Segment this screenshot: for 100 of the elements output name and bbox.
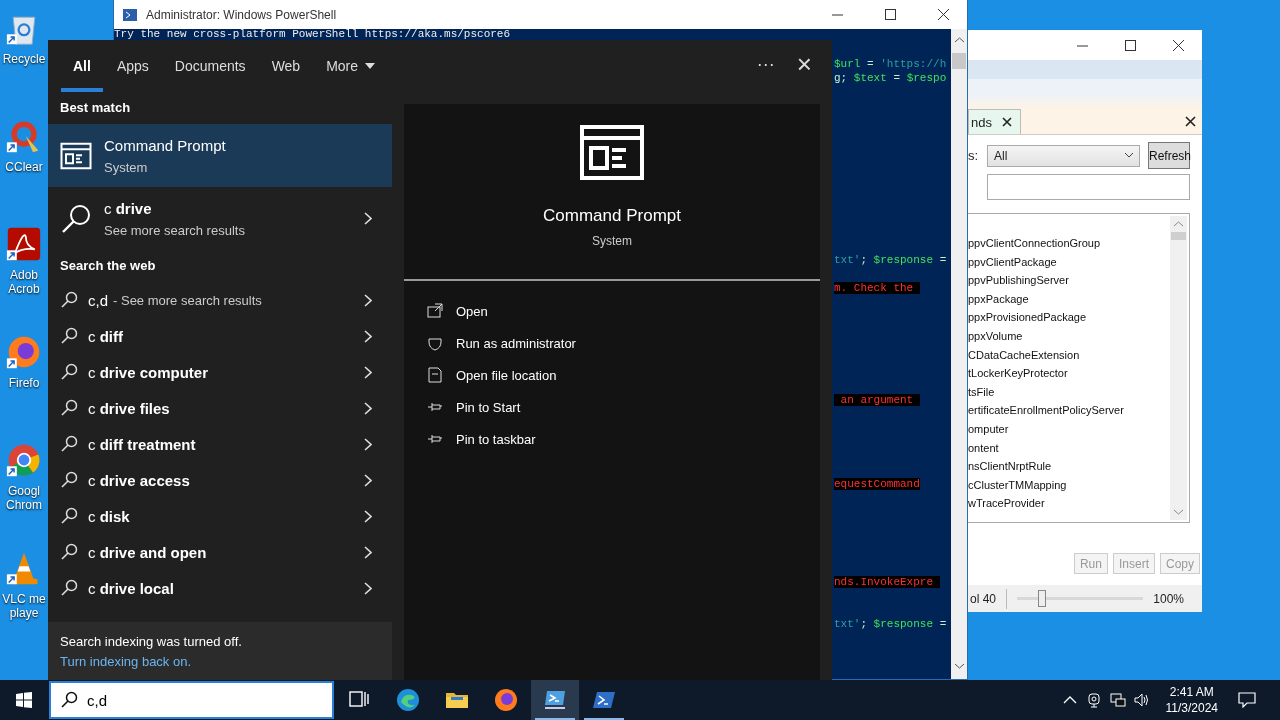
- command-item[interactable]: wTraceProvider: [968, 494, 1170, 513]
- web-result[interactable]: c drive and open: [48, 534, 392, 570]
- web-result[interactable]: c diff: [48, 318, 392, 354]
- close-icon[interactable]: [1001, 117, 1012, 127]
- command-item[interactable]: tLockerKeyProtector: [968, 364, 1170, 383]
- command-item[interactable]: nsClientNrptRule: [968, 457, 1170, 476]
- web-result[interactable]: c diff treatment: [48, 426, 392, 462]
- result-title: Command Prompt: [104, 136, 227, 154]
- filter-tab[interactable]: Documents: [162, 40, 258, 92]
- action-item[interactable]: Open: [404, 295, 820, 327]
- indexing-link[interactable]: Turn indexing back on.: [60, 653, 392, 669]
- close-icon[interactable]: [1173, 39, 1184, 51]
- status-text: ol 40: [970, 591, 997, 606]
- pdf-app-icon[interactable]: [6, 226, 42, 262]
- command-item[interactable]: ppvClientConnectionGroup: [968, 234, 1170, 253]
- command-item[interactable]: omputer: [968, 419, 1170, 439]
- close-icon[interactable]: [1185, 116, 1196, 127]
- windows-logo-icon[interactable]: [16, 692, 32, 708]
- icon-label: playe: [9, 606, 39, 620]
- result-subtitle: System: [104, 159, 149, 175]
- section-header: Search the web: [59, 257, 157, 275]
- chevron-right-icon: [364, 401, 372, 415]
- command-item[interactable]: cClusterTMMapping: [968, 475, 1170, 495]
- app-subtitle: System: [592, 234, 632, 248]
- suggestion-text: c drive local: [88, 579, 174, 597]
- action-item[interactable]: Open file location: [404, 359, 820, 391]
- clock-time[interactable]: 2:41 AM: [1169, 684, 1214, 700]
- scroll-thumb[interactable]: [952, 53, 966, 69]
- command-item[interactable]: ppvPublishingServer: [968, 271, 1170, 290]
- suggestion-text: c drive computer: [88, 363, 209, 381]
- network-icon[interactable]: [1109, 692, 1126, 708]
- firefox-icon[interactable]: [6, 334, 42, 370]
- icon-label: Recycle: [2, 52, 46, 66]
- maximize-icon[interactable]: [1125, 39, 1136, 51]
- camera-icon[interactable]: [1085, 692, 1102, 708]
- notification-icon[interactable]: [1238, 692, 1256, 708]
- search-icon: [60, 507, 78, 525]
- action-item[interactable]: Run as administrator: [404, 327, 820, 359]
- command-item[interactable]: ertificateEnrollmentPolicyServer: [968, 401, 1170, 420]
- filter-tab[interactable]: More: [314, 40, 388, 92]
- name-field[interactable]: [987, 174, 1190, 200]
- chevron-right-icon: [364, 545, 372, 559]
- clock-date[interactable]: 11/3/2024: [1165, 700, 1218, 716]
- command-item[interactable]: tsFile: [968, 382, 1170, 402]
- zoom-slider[interactable]: [1016, 590, 1144, 607]
- app-title: Command Prompt: [543, 206, 681, 226]
- chevron-right-icon: [364, 365, 372, 379]
- console-line: g; $text = $respo: [834, 72, 947, 84]
- action-label: Run as administrator: [456, 335, 576, 351]
- chrome-icon[interactable]: [6, 442, 42, 478]
- volume-icon[interactable]: [1133, 692, 1150, 708]
- search-result[interactable]: c drive See more search results: [48, 187, 392, 250]
- web-result[interactable]: c drive local: [48, 570, 392, 606]
- search-icon: [60, 327, 78, 345]
- search-field[interactable]: c,d: [49, 681, 334, 719]
- maximize-icon[interactable]: [885, 9, 896, 20]
- icon-label: Firefo: [8, 376, 40, 390]
- web-result[interactable]: c disk: [48, 498, 392, 534]
- scroll-down-icon[interactable]: [1174, 509, 1183, 515]
- web-result[interactable]: c drive files: [48, 390, 392, 426]
- module-dropdown[interactable]: All: [987, 144, 1140, 167]
- scroll-down-icon[interactable]: [954, 663, 964, 669]
- tab-label: nds: [971, 114, 992, 130]
- command-item[interactable]: ppxVolume: [968, 326, 1170, 346]
- more-options-button[interactable]: ···: [742, 40, 789, 88]
- web-result[interactable]: c drive computer: [48, 354, 392, 390]
- search-icon: [60, 691, 78, 709]
- command-item[interactable]: ppvClientPackage: [968, 252, 1170, 272]
- command-item[interactable]: ppxProvisionedPackage: [968, 308, 1170, 327]
- icon-label: Chrom: [6, 498, 42, 512]
- firefox-icon: [494, 688, 518, 712]
- refresh-button[interactable]: Refresh: [1148, 142, 1190, 169]
- search-result[interactable]: Command Prompt System: [48, 124, 392, 187]
- icon-label: VLC me: [2, 592, 46, 606]
- action-item[interactable]: Pin to Start: [404, 391, 820, 423]
- action-item[interactable]: Pin to taskbar: [404, 423, 820, 455]
- command-item[interactable]: ontent: [968, 438, 1170, 458]
- scrollbar[interactable]: [1170, 216, 1187, 520]
- taskbar-button[interactable]: [531, 680, 579, 720]
- scrollbar[interactable]: [951, 29, 967, 679]
- scroll-thumb[interactable]: [1171, 232, 1186, 240]
- filter-tab[interactable]: Web: [259, 40, 313, 92]
- suggestion-text: c drive files: [88, 399, 170, 417]
- tab[interactable]: nds: [968, 109, 1021, 134]
- web-result[interactable]: c,d - See more search results: [48, 282, 392, 318]
- filter-label: s:: [968, 148, 979, 163]
- close-icon[interactable]: [938, 9, 949, 20]
- suggestion-text: c disk: [88, 507, 130, 525]
- scroll-up-icon[interactable]: [1174, 221, 1183, 227]
- scroll-up-icon[interactable]: [954, 37, 964, 43]
- close-button[interactable]: ×: [790, 40, 818, 88]
- command-item[interactable]: CDataCacheExtension: [968, 345, 1170, 365]
- shield-icon: [427, 335, 443, 351]
- filter-tab[interactable]: All: [61, 40, 103, 92]
- filter-tab[interactable]: Apps: [104, 40, 161, 92]
- edge-icon: [396, 688, 420, 712]
- search-icon: [60, 543, 78, 561]
- web-result[interactable]: c drive access: [48, 462, 392, 498]
- command-item[interactable]: ppxPackage: [968, 289, 1170, 309]
- slider-thumb[interactable]: [1038, 590, 1047, 607]
